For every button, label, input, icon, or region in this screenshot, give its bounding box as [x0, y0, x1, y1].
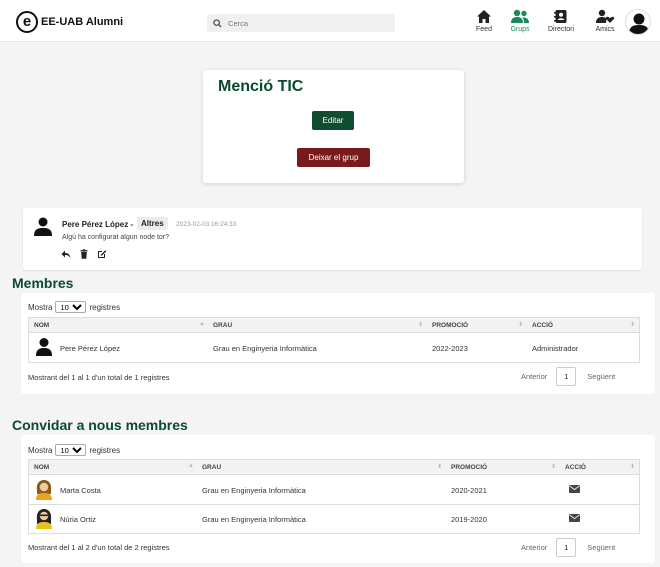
nav-grups[interactable]: Grups	[510, 9, 530, 33]
candidate-degree: Grau en Enginyeria Informàtica	[202, 515, 306, 524]
table-row: Núria Ortiz Grau en Enginyeria Informàti…	[28, 505, 640, 534]
invite-next-button[interactable]: Següent	[587, 543, 615, 552]
members-pagination: Anterior 1 Següent	[521, 367, 615, 386]
col-accio[interactable]: ACCIÓ	[532, 322, 553, 329]
sort-icon: ⬍	[437, 464, 443, 470]
envelope-icon[interactable]	[569, 485, 580, 493]
invite-table-header: NOM ▲ GRAU ⬍ PROMOCIÓ ⬍ ACCIÓ ⬍	[28, 459, 640, 475]
invite-panel: Mostra 10 registres NOM ▲ GRAU ⬍ PROMOCI…	[21, 435, 655, 563]
nav-amics[interactable]: Amics	[595, 9, 615, 33]
envelope-icon[interactable]	[569, 514, 580, 522]
post-category-badge: Altres	[137, 217, 168, 230]
members-length-select[interactable]: 10	[55, 301, 87, 313]
members-length-suffix: registres	[89, 302, 121, 312]
search-box[interactable]	[207, 14, 395, 32]
post-timestamp: 2023-02-03 16:24:33	[176, 221, 237, 228]
sort-icon: ⬍	[551, 464, 557, 470]
member-name[interactable]: Pere Pérez López	[60, 344, 120, 353]
col-grau[interactable]: GRAU	[202, 464, 221, 471]
members-table-info: Mostrant del 1 al 1 d'un total de 1 regi…	[28, 373, 170, 382]
candidate-name[interactable]: Marta Costa	[60, 486, 101, 495]
members-page-length: Mostra 10 registres	[28, 301, 120, 313]
col-promocio[interactable]: PROMOCIÓ	[451, 464, 487, 471]
sort-icon: ▲	[188, 463, 194, 469]
edit-icon[interactable]	[97, 249, 107, 259]
nav-grups-label: Grups	[510, 26, 530, 33]
col-promocio[interactable]: PROMOCIÓ	[432, 322, 468, 329]
user-avatar-icon	[629, 13, 649, 34]
sort-icon: ⬍	[630, 464, 636, 470]
sort-icon: ⬍	[630, 322, 636, 328]
members-table-header: NOM ▲ GRAU ⬍ PROMOCIÓ ⬍ ACCIÓ ⬍	[28, 317, 640, 333]
table-row: Marta Costa Grau en Enginyeria Informàti…	[28, 475, 640, 505]
post-author[interactable]: Pere Pérez López -	[62, 220, 133, 229]
user-avatar-female-icon[interactable]	[35, 480, 53, 500]
app-name: EE-UAB Alumni	[41, 16, 124, 28]
post-body: Algú ha configurat algun node tor?	[62, 234, 170, 241]
trash-icon[interactable]	[79, 249, 89, 259]
table-row: Pere Pérez López Grau en Enginyeria Info…	[28, 333, 640, 363]
sort-icon: ⬍	[518, 322, 524, 328]
col-grau[interactable]: GRAU	[213, 322, 232, 329]
candidate-year: 2019-2020	[451, 515, 487, 524]
leave-group-button[interactable]: Deixar el grup	[297, 148, 370, 167]
invite-length-prefix: Mostra	[28, 445, 53, 455]
reply-icon[interactable]	[61, 249, 71, 259]
sort-icon: ▲	[199, 321, 205, 327]
invite-table-info: Mostrant del 1 al 2 d'un total de 2 regi…	[28, 543, 170, 552]
user-avatar-female-icon[interactable]	[35, 509, 53, 529]
member-avatar[interactable]	[35, 337, 53, 357]
group-post: Pere Pérez López - Altres 2023-02-03 16:…	[23, 208, 642, 270]
members-panel: Mostra 10 registres NOM ▲ GRAU ⬍ PROMOCI…	[21, 293, 655, 394]
candidate-name[interactable]: Núria Ortiz	[60, 515, 96, 524]
sort-icon: ⬍	[418, 322, 424, 328]
invite-page-length: Mostra 10 registres	[28, 444, 120, 456]
group-icon	[511, 9, 529, 23]
members-length-prefix: Mostra	[28, 302, 53, 312]
invite-pagination: Anterior 1 Següent	[521, 538, 615, 557]
user-avatar[interactable]	[625, 9, 651, 35]
col-nom[interactable]: NOM	[34, 322, 49, 329]
nav-amics-label: Amics	[595, 26, 615, 33]
logo-mark: e	[16, 11, 38, 33]
col-nom[interactable]: NOM	[34, 464, 49, 471]
members-prev-button[interactable]: Anterior	[521, 372, 547, 381]
search-icon	[213, 18, 222, 28]
candidate-year: 2020-2021	[451, 486, 487, 495]
friends-icon	[596, 9, 615, 23]
candidate-degree: Grau en Enginyeria Informàtica	[202, 486, 306, 495]
post-author-avatar[interactable]	[32, 215, 54, 237]
invite-heading: Convidar a nous membres	[12, 417, 188, 433]
top-navbar: e EE-UAB Alumni Feed Grups Directori Ami…	[0, 0, 660, 42]
invite-length-select[interactable]: 10	[55, 444, 87, 456]
home-icon	[477, 10, 491, 23]
app-logo[interactable]: e EE-UAB Alumni	[16, 11, 123, 33]
nav-feed[interactable]: Feed	[476, 9, 492, 33]
search-input[interactable]	[228, 18, 388, 28]
members-next-button[interactable]: Següent	[587, 372, 615, 381]
nav-directori[interactable]: Directori	[548, 9, 574, 33]
nav-directori-label: Directori	[548, 26, 575, 33]
members-page-1-button[interactable]: 1	[556, 367, 577, 386]
member-degree: Grau en Enginyeria Informàtica	[213, 344, 317, 353]
invite-length-suffix: registres	[89, 445, 121, 455]
member-year: 2022-2023	[432, 344, 468, 353]
member-role: Administrador	[532, 344, 579, 353]
members-heading: Membres	[12, 275, 74, 291]
group-title: Menció TIC	[218, 78, 304, 95]
edit-group-button[interactable]: Editar	[312, 111, 354, 130]
post-actions	[61, 249, 107, 259]
invite-prev-button[interactable]: Anterior	[521, 543, 547, 552]
group-card: Menció TIC Editar Deixar el grup	[203, 70, 464, 183]
invite-page-1-button[interactable]: 1	[556, 538, 577, 557]
directory-icon	[554, 10, 567, 23]
nav-feed-label: Feed	[476, 26, 492, 33]
col-accio[interactable]: ACCIÓ	[565, 464, 586, 471]
